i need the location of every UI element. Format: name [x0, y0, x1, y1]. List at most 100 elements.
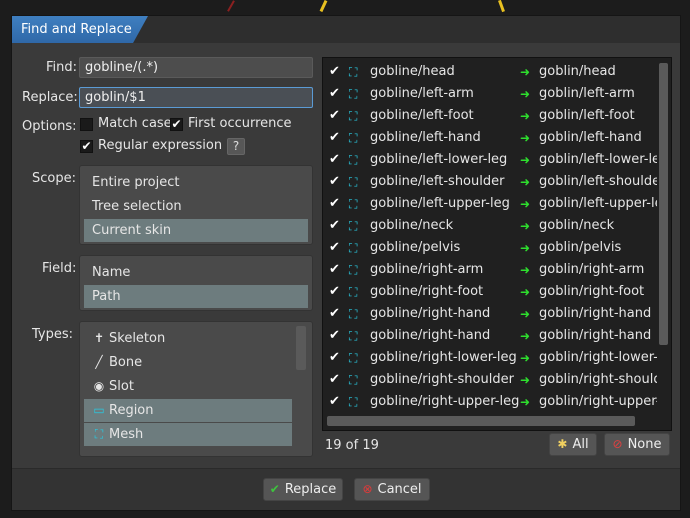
select-none-button[interactable]: ⊘ None [604, 433, 670, 456]
type-option-bone[interactable]: ╱ Bone [84, 351, 292, 374]
type-option-mesh[interactable]: ⛶ Mesh [84, 423, 292, 446]
options-label: Options: [22, 119, 77, 134]
field-option-name[interactable]: Name [84, 261, 308, 284]
cancel-button-label: Cancel [377, 482, 422, 497]
help-button[interactable]: ? [227, 138, 245, 155]
mesh-icon: ⛶ [349, 307, 358, 321]
types-list: ✝ Skeleton ╱ Bone ◉ Slot ▭ Region ⛶ Mesh [79, 321, 313, 457]
row-checkbox[interactable]: ✔ [329, 193, 340, 215]
row-checkbox[interactable]: ✔ [329, 237, 340, 259]
type-option-skeleton[interactable]: ✝ Skeleton [84, 327, 292, 350]
replace-input[interactable]: goblin/$1 [79, 87, 313, 108]
field-option-path[interactable]: Path [84, 285, 308, 308]
result-row[interactable]: ✔ ⛶ gobline/left-hand ➜ goblin/left-hand [323, 127, 658, 149]
types-scrollbar[interactable] [296, 326, 306, 370]
regular-expression-checkbox[interactable] [80, 140, 93, 153]
cancel-button[interactable]: ⊗ Cancel [354, 478, 430, 501]
scope-option-tree-selection[interactable]: Tree selection [84, 195, 308, 218]
result-row[interactable]: ✔ ⛶ gobline/right-arm ➜ goblin/right-arm [323, 259, 658, 281]
mesh-icon: ⛶ [349, 351, 358, 365]
first-occurrence-checkbox[interactable] [170, 118, 183, 131]
row-checkbox[interactable]: ✔ [329, 105, 340, 127]
replace-button[interactable]: ✔ Replace [263, 478, 343, 501]
mesh-icon: ⛶ [349, 153, 358, 167]
dialog-footer: ✔ Replace ⊗ Cancel [12, 468, 680, 510]
row-find-path: gobline/right-upper-leg [370, 394, 520, 409]
arrow-right-icon: ➜ [520, 65, 531, 79]
row-replace-path: goblin/left-lower-leg [539, 152, 657, 167]
scope-option-current-skin[interactable]: Current skin [84, 219, 308, 242]
row-checkbox[interactable]: ✔ [329, 347, 340, 369]
result-row[interactable]: ✔ ⛶ gobline/left-lower-leg ➜ goblin/left-low… [323, 149, 658, 171]
result-row[interactable]: ✔ ⛶ gobline/right-shoulder ➜ goblin/right-sh… [323, 369, 658, 391]
mesh-icon: ⛶ [349, 373, 358, 387]
mesh-icon: ⛶ [349, 329, 358, 343]
row-checkbox[interactable]: ✔ [329, 391, 340, 413]
result-row[interactable]: ✔ ⛶ gobline/pelvis ➜ goblin/pelvis [323, 237, 658, 259]
result-row[interactable]: ✔ ⛶ gobline/right-hand ➜ goblin/right-hand [323, 303, 658, 325]
regular-expression-label[interactable]: Regular expression [98, 138, 222, 153]
arrow-right-icon: ➜ [520, 307, 531, 321]
title-bar[interactable]: Find and Replace [12, 16, 680, 43]
results-horizontal-scrollbar[interactable] [327, 416, 635, 426]
row-checkbox[interactable]: ✔ [329, 369, 340, 391]
result-row[interactable]: ✔ ⛶ gobline/left-foot ➜ goblin/left-foot [323, 105, 658, 127]
select-all-label: All [572, 437, 589, 452]
region-icon: ▭ [93, 403, 105, 417]
mesh-icon: ⛶ [349, 175, 358, 189]
canvas-bone-line [498, 0, 505, 13]
check-icon: ✔ [269, 482, 280, 496]
row-find-path: gobline/right-hand [370, 306, 491, 321]
results-vertical-scrollbar[interactable] [659, 63, 668, 345]
result-row[interactable]: ✔ ⛶ gobline/right-hand ➜ goblin/right-hand [323, 325, 658, 347]
row-checkbox[interactable]: ✔ [329, 61, 340, 83]
row-replace-path: goblin/left-hand [539, 130, 642, 145]
row-replace-path: goblin/pelvis [539, 240, 622, 255]
select-all-icon: ✱ [557, 437, 568, 451]
canvas-bone-line [227, 0, 235, 12]
result-count: 19 of 19 [325, 438, 379, 453]
row-checkbox[interactable]: ✔ [329, 259, 340, 281]
first-occurrence-label[interactable]: First occurrence [188, 116, 292, 131]
result-row[interactable]: ✔ ⛶ gobline/left-shoulder ➜ goblin/left-shou… [323, 171, 658, 193]
mesh-icon: ⛶ [349, 285, 358, 299]
select-all-button[interactable]: ✱ All [549, 433, 597, 456]
row-checkbox[interactable]: ✔ [329, 215, 340, 237]
row-find-path: gobline/head [370, 64, 455, 79]
row-replace-path: goblin/right-shoulder [539, 372, 657, 387]
row-checkbox[interactable]: ✔ [329, 149, 340, 171]
row-find-path: gobline/left-hand [370, 130, 481, 145]
scope-option-entire-project[interactable]: Entire project [84, 171, 308, 194]
row-checkbox[interactable]: ✔ [329, 281, 340, 303]
arrow-right-icon: ➜ [520, 87, 531, 101]
result-row[interactable]: ✔ ⛶ gobline/left-upper-leg ➜ goblin/left-upp… [323, 193, 658, 215]
bone-icon: ╱ [95, 355, 103, 369]
result-row[interactable]: ✔ ⛶ gobline/right-upper-leg ➜ goblin/right-u… [323, 391, 658, 413]
row-find-path: gobline/right-lower-leg [370, 350, 517, 365]
dialog-title: Find and Replace [12, 16, 148, 43]
row-checkbox[interactable]: ✔ [329, 325, 340, 347]
result-row[interactable]: ✔ ⛶ gobline/neck ➜ goblin/neck [323, 215, 658, 237]
mesh-icon: ⛶ [349, 65, 358, 79]
result-row[interactable]: ✔ ⛶ gobline/left-arm ➜ goblin/left-arm [323, 83, 658, 105]
type-option-slot[interactable]: ◉ Slot [84, 375, 292, 398]
row-checkbox[interactable]: ✔ [329, 303, 340, 325]
type-option-label: Mesh [109, 427, 144, 442]
result-row[interactable]: ✔ ⛶ gobline/right-lower-leg ➜ goblin/right-l… [323, 347, 658, 369]
row-checkbox[interactable]: ✔ [329, 171, 340, 193]
row-checkbox[interactable]: ✔ [329, 83, 340, 105]
type-option-label: Region [109, 403, 154, 418]
match-case-checkbox[interactable] [80, 118, 93, 131]
match-case-label[interactable]: Match case [98, 116, 172, 131]
select-none-icon: ⊘ [612, 437, 623, 451]
row-replace-path: goblin/right-upper-leg [539, 394, 657, 409]
result-row[interactable]: ✔ ⛶ gobline/head ➜ goblin/head [323, 61, 658, 83]
row-checkbox[interactable]: ✔ [329, 127, 340, 149]
row-find-path: gobline/right-shoulder [370, 372, 514, 387]
result-row[interactable]: ✔ ⛶ gobline/right-foot ➜ goblin/right-foot [323, 281, 658, 303]
type-option-region[interactable]: ▭ Region [84, 399, 292, 422]
arrow-right-icon: ➜ [520, 395, 531, 409]
arrow-right-icon: ➜ [520, 329, 531, 343]
find-input[interactable]: gobline/(.*) [79, 57, 313, 78]
row-find-path: gobline/pelvis [370, 240, 461, 255]
